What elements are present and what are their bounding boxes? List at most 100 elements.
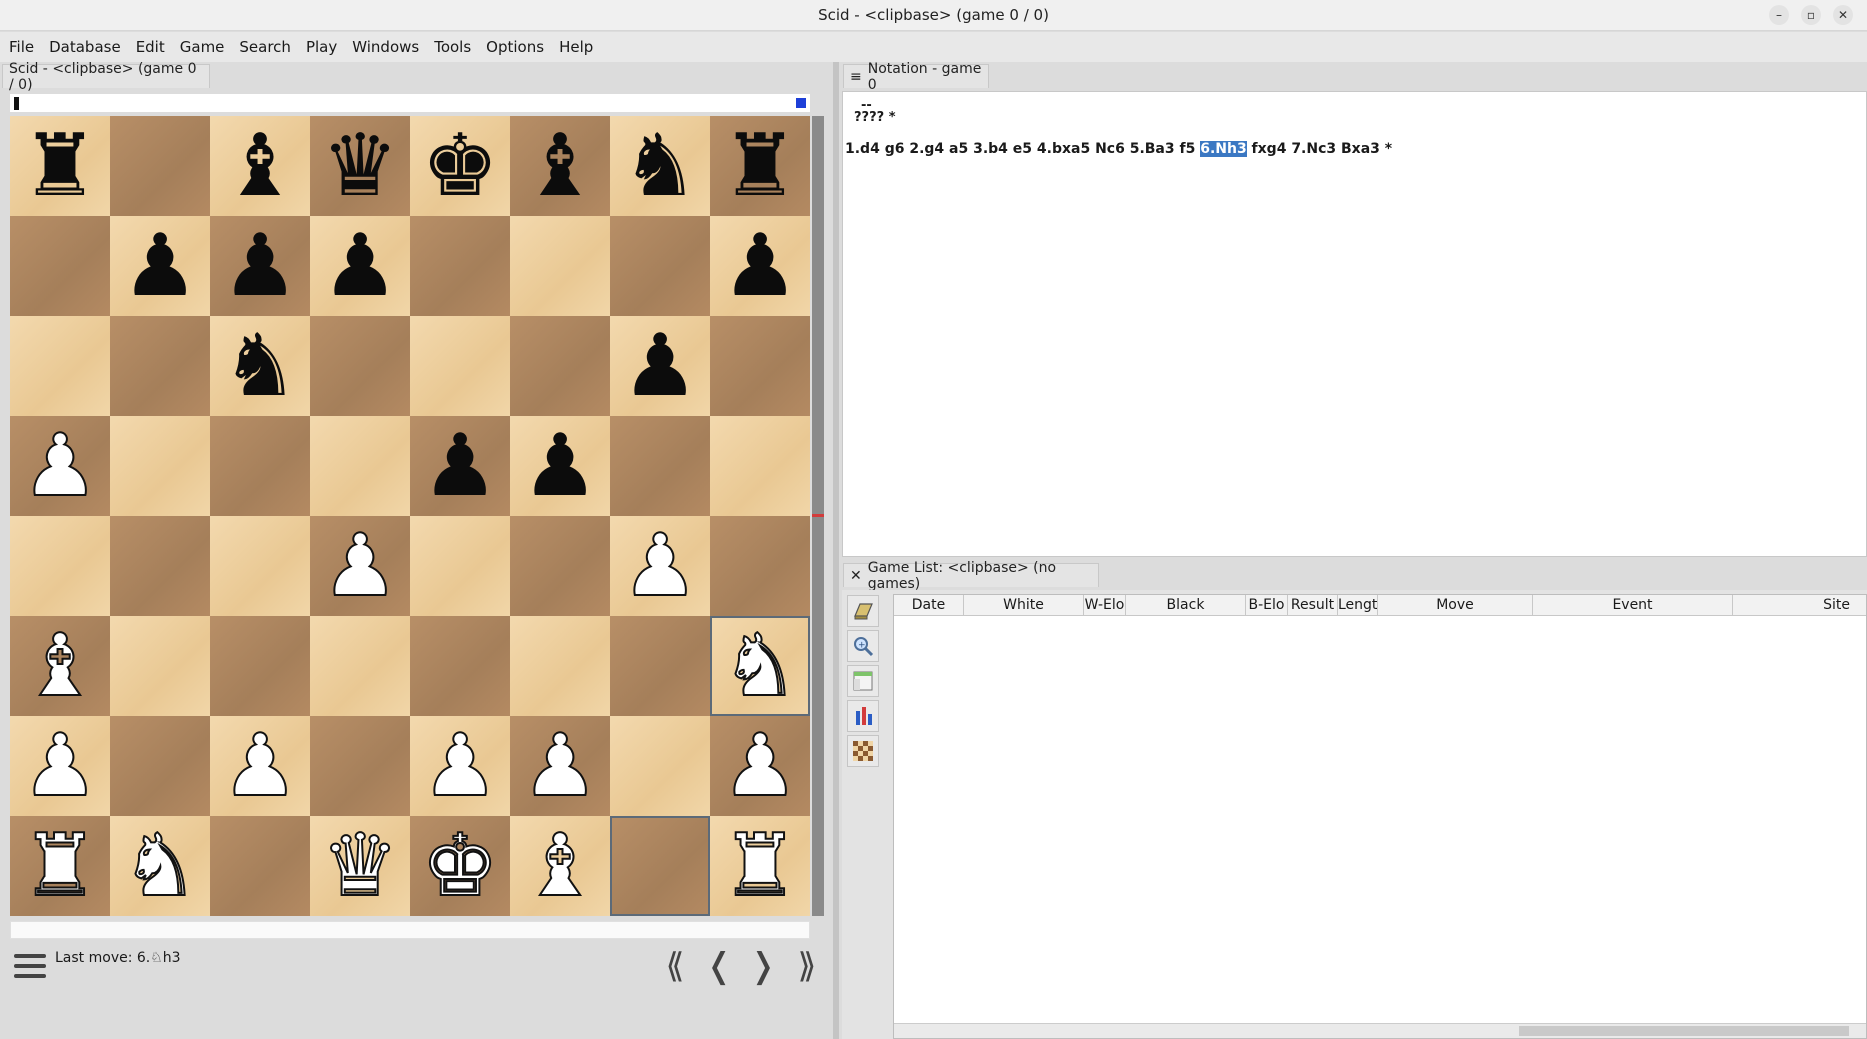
square-e1[interactable]: ♚	[410, 815, 510, 917]
square-e6[interactable]	[410, 316, 510, 416]
black-pawn-icon[interactable]: ♟	[721, 216, 798, 316]
square-g3[interactable]	[610, 616, 710, 716]
square-c2[interactable]: ♟	[210, 715, 310, 817]
white-bishop-icon[interactable]: ♝	[520, 815, 599, 917]
white-pawn-icon[interactable]: ♟	[520, 715, 599, 817]
square-c6[interactable]: ♞	[210, 316, 310, 416]
tab-menu-icon[interactable]: ≡	[850, 69, 862, 85]
square-f7[interactable]	[510, 216, 610, 316]
square-d4[interactable]: ♟	[310, 515, 410, 617]
square-h2[interactable]: ♟	[710, 715, 810, 817]
forward-button[interactable]: ❭	[748, 948, 778, 984]
board-tab[interactable]: Scid - <clipbase> (game 0 / 0)	[2, 61, 210, 93]
white-pawn-icon[interactable]: ♟	[420, 715, 499, 817]
board-menu-icon[interactable]	[14, 954, 46, 982]
col-white[interactable]: White	[964, 595, 1084, 615]
black-pawn-icon[interactable]: ♟	[321, 216, 398, 316]
square-a3[interactable]: ♝	[10, 615, 110, 717]
square-b5[interactable]	[110, 416, 210, 516]
black-knight-icon[interactable]: ♞	[221, 316, 298, 416]
square-e8[interactable]: ♚	[410, 116, 510, 216]
square-d3[interactable]	[310, 616, 410, 716]
square-h3[interactable]: ♞	[710, 615, 810, 717]
square-a5[interactable]: ♟	[10, 415, 110, 517]
menu-windows[interactable]: Windows	[343, 38, 425, 56]
square-g4[interactable]: ♟	[610, 515, 710, 617]
col-belo[interactable]: B-Elo	[1246, 595, 1288, 615]
book-icon[interactable]	[847, 595, 879, 627]
black-bishop-icon[interactable]: ♝	[221, 116, 298, 216]
close-icon[interactable]: ✕	[850, 568, 862, 584]
white-knight-icon[interactable]: ♞	[120, 815, 199, 917]
square-a2[interactable]: ♟	[10, 715, 110, 817]
square-c3[interactable]	[210, 616, 310, 716]
square-b7[interactable]: ♟	[110, 216, 210, 316]
square-c1[interactable]	[210, 816, 310, 916]
menu-database[interactable]: Database	[40, 38, 127, 56]
square-a8[interactable]: ♜	[10, 116, 110, 216]
square-g2[interactable]	[610, 716, 710, 816]
square-h6[interactable]	[710, 316, 810, 416]
zoom-icon[interactable]: +	[847, 630, 879, 662]
close-button[interactable]: ✕	[1833, 5, 1853, 25]
square-a6[interactable]	[10, 316, 110, 416]
square-e3[interactable]	[410, 616, 510, 716]
white-pawn-icon[interactable]: ♟	[620, 515, 699, 617]
square-d7[interactable]: ♟	[310, 216, 410, 316]
white-pawn-icon[interactable]: ♟	[720, 715, 799, 817]
square-d8[interactable]: ♛	[310, 116, 410, 216]
square-b8[interactable]	[110, 116, 210, 216]
square-g6[interactable]: ♟	[610, 316, 710, 416]
square-a1[interactable]: ♜	[10, 815, 110, 917]
square-h4[interactable]	[710, 516, 810, 616]
menu-edit[interactable]: Edit	[127, 38, 171, 56]
square-f4[interactable]	[510, 516, 610, 616]
square-d1[interactable]: ♛	[310, 815, 410, 917]
col-welo[interactable]: W-Elo	[1084, 595, 1126, 615]
square-d6[interactable]	[310, 316, 410, 416]
square-c4[interactable]	[210, 516, 310, 616]
move-text[interactable]: 1.d4 g6 2.g4 a5 3.b4 e5 4.bxa5 Nc6 5.Ba3…	[845, 141, 1392, 157]
black-king-icon[interactable]: ♚	[421, 116, 498, 216]
col-event[interactable]: Event	[1533, 595, 1733, 615]
square-g8[interactable]: ♞	[610, 116, 710, 216]
square-f6[interactable]	[510, 316, 610, 416]
moves-before[interactable]: 1.d4 g6 2.g4 a5 3.b4 e5 4.bxa5 Nc6 5.Ba3…	[845, 141, 1200, 157]
square-d2[interactable]	[310, 716, 410, 816]
black-pawn-icon[interactable]: ♟	[121, 216, 198, 316]
col-black[interactable]: Black	[1126, 595, 1246, 615]
maximize-button[interactable]: ▫	[1801, 5, 1821, 25]
layout-icon[interactable]	[847, 665, 879, 697]
back-button[interactable]: ❬	[704, 948, 734, 984]
square-b2[interactable]	[110, 716, 210, 816]
white-rook-icon[interactable]: ♜	[720, 815, 799, 917]
square-h7[interactable]: ♟	[710, 216, 810, 316]
col-length[interactable]: Lengt	[1338, 595, 1378, 615]
go-end-button[interactable]: ⟫	[792, 948, 822, 984]
menu-file[interactable]: File	[0, 38, 40, 56]
menu-help[interactable]: Help	[550, 38, 599, 56]
white-bishop-icon[interactable]: ♝	[20, 615, 99, 717]
square-a4[interactable]	[10, 516, 110, 616]
notation-tab[interactable]: ≡ Notation - game 0	[843, 61, 989, 93]
square-b6[interactable]	[110, 316, 210, 416]
square-h5[interactable]	[710, 416, 810, 516]
white-king-icon[interactable]: ♚	[420, 815, 499, 917]
horizontal-scrollbar[interactable]	[894, 1023, 1866, 1038]
square-f8[interactable]: ♝	[510, 116, 610, 216]
menu-options[interactable]: Options	[477, 38, 550, 56]
square-c5[interactable]	[210, 416, 310, 516]
square-d5[interactable]	[310, 416, 410, 516]
game-list-tab[interactable]: ✕ Game List: <clipbase> (no games)	[843, 560, 1099, 592]
square-c7[interactable]: ♟	[210, 216, 310, 316]
square-e7[interactable]	[410, 216, 510, 316]
menu-search[interactable]: Search	[230, 38, 297, 56]
black-bishop-icon[interactable]: ♝	[521, 116, 598, 216]
white-queen-icon[interactable]: ♛	[320, 815, 399, 917]
menu-game[interactable]: Game	[171, 38, 231, 56]
game-list-table[interactable]: Date White W-Elo Black B-Elo Result Leng…	[893, 594, 1867, 1039]
square-g1[interactable]	[610, 816, 710, 916]
square-c8[interactable]: ♝	[210, 116, 310, 216]
square-b3[interactable]	[110, 616, 210, 716]
square-e4[interactable]	[410, 516, 510, 616]
